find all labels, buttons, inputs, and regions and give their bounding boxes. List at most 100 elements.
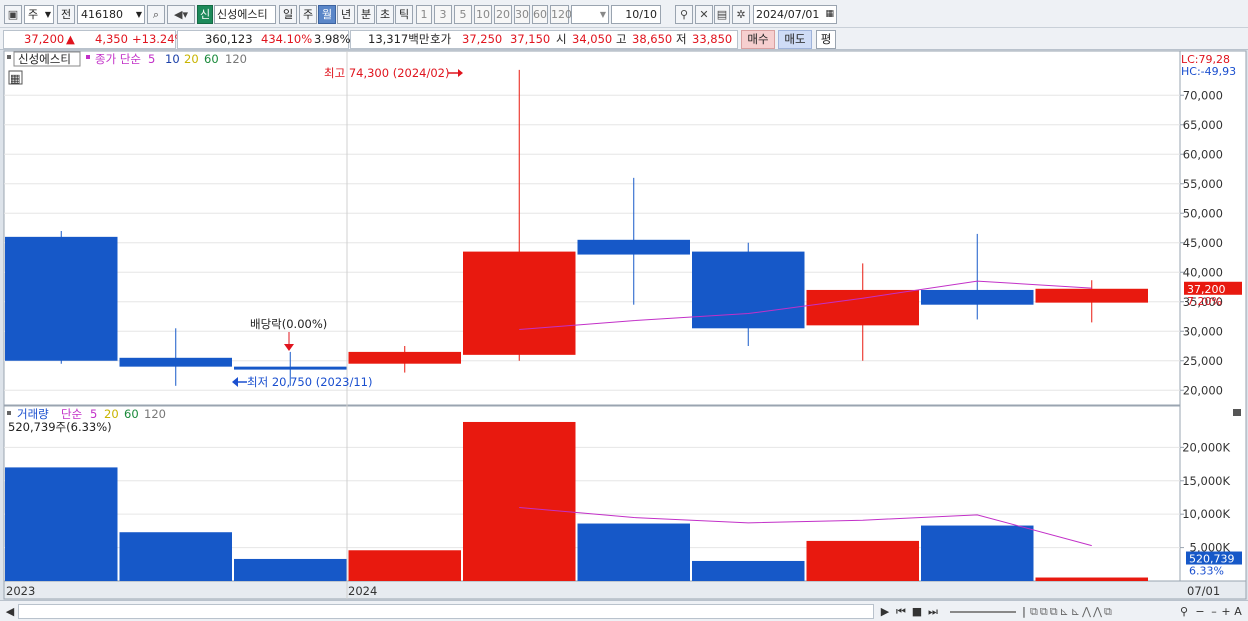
price-tick-label: 45,000 bbox=[1183, 236, 1223, 250]
volume-legend-item: 60 bbox=[124, 407, 139, 421]
interval-tab[interactable]: 120 bbox=[550, 5, 572, 24]
period-tab[interactable]: 일 bbox=[279, 5, 297, 24]
sell-button[interactable]: 매도 bbox=[778, 30, 812, 49]
ask-price: 37,250 bbox=[462, 32, 503, 46]
speaker-icon[interactable]: ◀▾ bbox=[167, 5, 195, 24]
chevron-down-icon: ▼ bbox=[44, 10, 51, 19]
period-tab[interactable]: 초 bbox=[376, 5, 394, 24]
period-tab[interactable]: 월 bbox=[318, 5, 336, 24]
drawing-tools-icon[interactable]: ⧉⧉⧉⊾⊾⋀⋀⧉ bbox=[1030, 604, 1170, 619]
volume-current: 520,739주(6.33%) bbox=[8, 420, 112, 434]
window-icon[interactable]: ▣ bbox=[4, 5, 22, 24]
prev-button[interactable]: 전 bbox=[57, 5, 75, 24]
candle-body bbox=[806, 289, 919, 326]
x-axis-label: 2024 bbox=[348, 584, 377, 598]
scroll-right-icon[interactable]: ▶ bbox=[878, 604, 892, 619]
candle-body bbox=[119, 357, 232, 367]
binoculars-icon[interactable]: ⚲ bbox=[675, 5, 693, 24]
period-tab[interactable]: 년 bbox=[337, 5, 355, 24]
volume-bar bbox=[463, 421, 576, 581]
price-tag-pct: 7.20% bbox=[1187, 295, 1222, 308]
forward-icon[interactable]: ⏭ bbox=[926, 604, 940, 619]
period-tab[interactable]: 분 bbox=[357, 5, 375, 24]
legend-stock-name: 신성에스티 bbox=[18, 52, 71, 66]
bid-price: 37,150 bbox=[510, 32, 551, 46]
scroll-track[interactable] bbox=[18, 604, 874, 619]
interval-tab[interactable]: 5 bbox=[454, 5, 472, 24]
volume-ratio: 434.10% bbox=[261, 32, 313, 46]
rewind-icon[interactable]: ⏮ bbox=[894, 604, 908, 619]
x-axis-label: 07/01 bbox=[1187, 584, 1220, 598]
zoom-icon[interactable]: ⚲ bbox=[1178, 604, 1190, 619]
volume-legend-item: 120 bbox=[144, 407, 166, 421]
volume-legend-item: 5 bbox=[90, 407, 97, 421]
eval-button[interactable]: 평 bbox=[816, 30, 836, 49]
volume-title: 거래량 bbox=[17, 407, 49, 421]
price-tick-label: 65,000 bbox=[1183, 118, 1223, 132]
period-tab[interactable]: 주 bbox=[299, 5, 317, 24]
candle-body bbox=[692, 251, 805, 329]
interval-tab[interactable]: 60 bbox=[532, 5, 548, 24]
volume-bar bbox=[119, 532, 232, 581]
table-toggle-icon: ▦ bbox=[10, 72, 20, 85]
zoom-handle-icon[interactable]: | bbox=[1018, 604, 1030, 619]
volume-bar bbox=[234, 558, 347, 581]
chart-canvas: 20,00025,00030,00035,00040,00045,00050,0… bbox=[3, 50, 1247, 600]
price-tick-label: 30,000 bbox=[1183, 324, 1223, 338]
ask-label: 호가 bbox=[430, 32, 452, 46]
buy-button[interactable]: 매수 bbox=[741, 30, 775, 49]
hc-label: HC:-49,93 bbox=[1181, 65, 1236, 78]
low-label: 저 bbox=[676, 32, 687, 46]
volume-tag-pct: 6.33% bbox=[1189, 565, 1224, 578]
low-price: 33,850 bbox=[692, 32, 733, 46]
crosshair-icon[interactable]: ✕ bbox=[695, 5, 713, 24]
zoom-slider[interactable] bbox=[950, 611, 1016, 613]
scroll-left-icon[interactable]: ◀ bbox=[4, 604, 16, 619]
save-icon[interactable]: ▤ bbox=[714, 5, 730, 24]
candle-body bbox=[921, 289, 1034, 305]
scroll-bar[interactable]: ◀ ▶ ⏮ ■ ⏭ | ⧉⧉⧉⊾⊾⋀⋀⧉ ⚲ − – + A bbox=[0, 600, 1248, 621]
volume-tick-label: 10,000K bbox=[1182, 507, 1230, 521]
toolbar: ▣ 주 ▼ 전 416180 ▼ ⌕ ◀▾ 신 신성에스티 일주월년분초틱 13… bbox=[0, 0, 1248, 28]
interval-tab[interactable]: 3 bbox=[434, 5, 452, 24]
gear-icon[interactable]: ✲ bbox=[732, 5, 750, 24]
volume-tick-label: 15,000K bbox=[1182, 474, 1230, 488]
volume-bar bbox=[1035, 577, 1148, 581]
legend-item: 120 bbox=[225, 52, 247, 66]
x-axis-label: 2023 bbox=[6, 584, 35, 598]
stop-icon[interactable]: ■ bbox=[910, 604, 924, 619]
font-size-icon[interactable]: A bbox=[1232, 604, 1244, 619]
code-value: 416180 bbox=[81, 8, 123, 21]
plus-icon[interactable]: + bbox=[1220, 604, 1232, 619]
legend-item: 10 bbox=[165, 52, 180, 66]
stock-name[interactable]: 신성에스티 bbox=[214, 5, 276, 24]
legend-marker bbox=[86, 55, 90, 59]
x-axis-panel bbox=[3, 580, 1247, 600]
price-tick-label: 40,000 bbox=[1183, 265, 1223, 279]
legend-item: 종가 단순 bbox=[95, 52, 141, 66]
interval-tab[interactable]: 20 bbox=[494, 5, 512, 24]
volume-legend-item: 단순 bbox=[61, 407, 82, 421]
high-annotation: 최고 74,300 (2024/02) bbox=[324, 66, 449, 80]
credit-badge: 신 bbox=[197, 5, 213, 24]
volume-legend-item: 20 bbox=[104, 407, 119, 421]
trade-amount: 13,317백만 bbox=[368, 32, 430, 46]
minus-icon[interactable]: − bbox=[1194, 604, 1206, 619]
volume-bar bbox=[5, 467, 118, 581]
unit-select[interactable]: ▼ bbox=[571, 5, 609, 24]
legend-item: 20 bbox=[184, 52, 199, 66]
low-annotation: 최저 20,750 (2023/11) bbox=[247, 375, 372, 389]
line-icon[interactable]: – bbox=[1208, 604, 1220, 619]
period-select[interactable]: 주 ▼ bbox=[24, 5, 54, 24]
interval-tab[interactable]: 10 bbox=[474, 5, 492, 24]
period-tab[interactable]: 틱 bbox=[395, 5, 413, 24]
date-input[interactable]: 2024/07/01 ▦ bbox=[753, 5, 837, 24]
candle-body bbox=[1035, 288, 1148, 303]
search-icon[interactable]: ⌕ bbox=[147, 5, 165, 24]
stock-chart: 20,000 25,000 30,000 35,000 40,000 45,000 50,0… bbox=[0, 50, 1248, 601]
interval-tab[interactable]: 1 bbox=[416, 5, 432, 24]
count-input[interactable]: 10/10 bbox=[611, 5, 661, 24]
legend-marker bbox=[7, 55, 11, 59]
code-input[interactable]: 416180 ▼ bbox=[77, 5, 145, 24]
interval-tab[interactable]: 30 bbox=[514, 5, 530, 24]
